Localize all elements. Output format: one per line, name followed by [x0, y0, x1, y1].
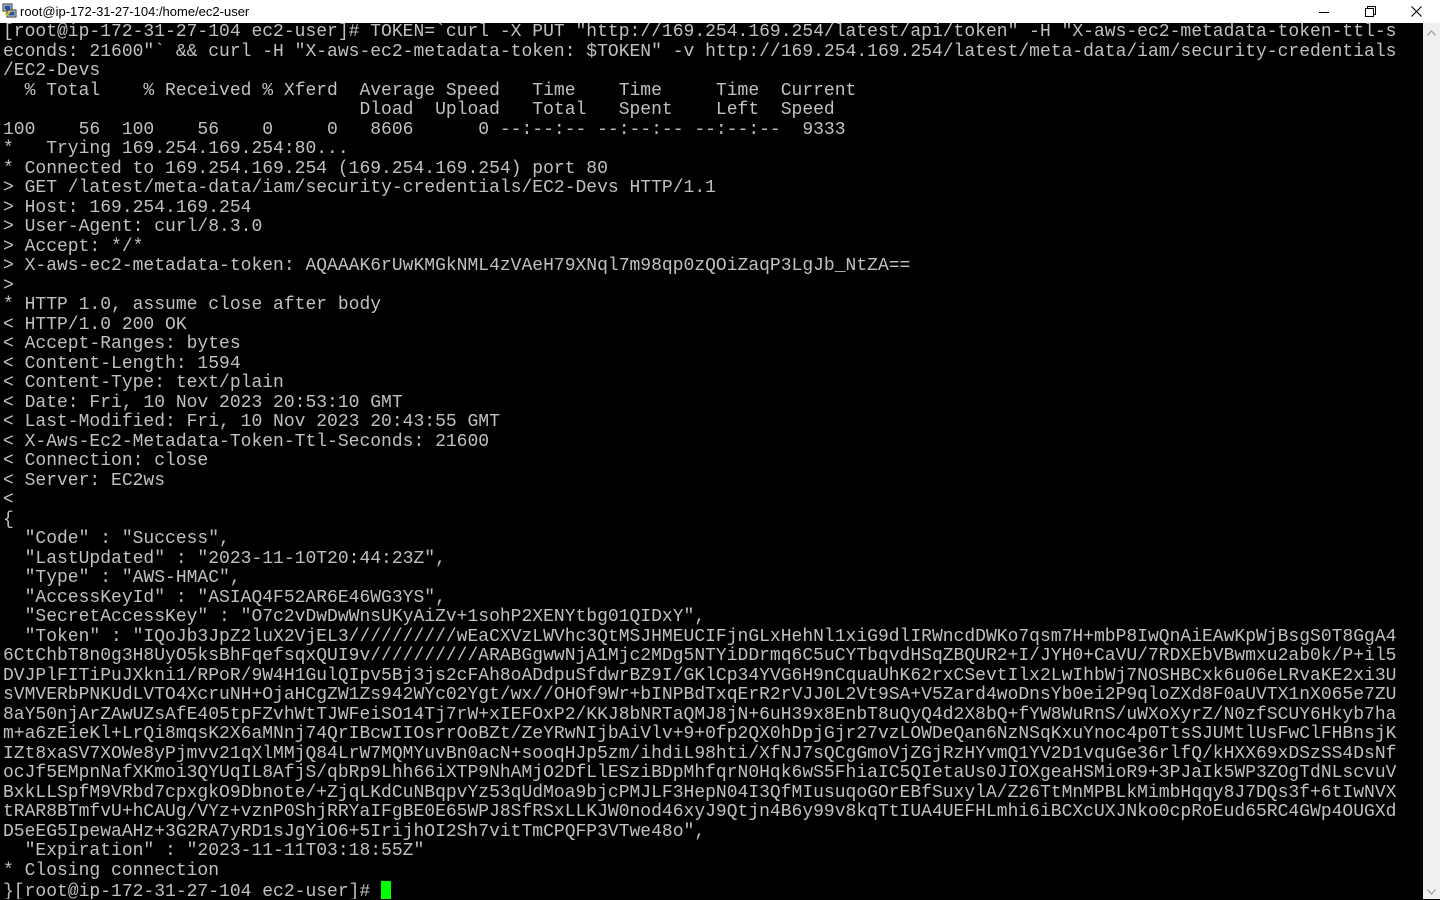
scroll-down-button[interactable] [1423, 882, 1440, 899]
terminal-line: < Date: Fri, 10 Nov 2023 20:53:10 GMT [3, 392, 403, 413]
terminal-line: "SecretAccessKey" : "O7c2vDwDwWnsUKyAiZv… [3, 607, 706, 627]
terminal-line: < X-Aws-Ec2-Metadata-Token-Ttl-Seconds: … [3, 431, 490, 452]
terminal-line: > X-aws-ec2-metadata-token: AQAAAK6rUwKM… [3, 256, 911, 276]
terminal-line: > [3, 275, 14, 296]
terminal-line: /EC2-Devs [3, 61, 101, 81]
terminal-line: * Trying 169.254.169.254:80... [3, 139, 349, 159]
terminal-line: { [3, 509, 14, 530]
minimize-icon [1319, 7, 1329, 17]
terminal-line: 6CtChbT8n0g3H8UyO5ksBhFqefsqxQUI9v//////… [3, 646, 1397, 666]
terminal-line: > Host: 169.254.169.254 [3, 197, 252, 218]
terminal-line: < [3, 490, 14, 510]
terminal-line: BxkLLSpfM9VRbd7cpxgkO9Dbnote/+ZjqLKdCuNB… [3, 782, 1397, 803]
terminal-line: "AccessKeyId" : "ASIAQ4F52AR6E46WG3YS", [3, 587, 446, 608]
terminal-area[interactable]: [root@ip-172-31-27-104 ec2-user]# TOKEN=… [0, 23, 1423, 899]
scroll-up-arrow-icon [1427, 23, 1436, 41]
terminal-line: "Code" : "Success", [3, 529, 230, 549]
terminal-line: * Connected to 169.254.169.254 (169.254.… [3, 158, 608, 179]
terminal-line: > GET /latest/meta-data/iam/security-cre… [3, 178, 716, 198]
terminal-line: m+a6zEieKl+LrQi8mqsK2X6aMNnj74QrIBcwIIOs… [3, 724, 1397, 744]
terminal-line: tRAR8BTmfvU+hCAUg/VYz+vznP0ShjRRYaIFgBE0… [3, 802, 1397, 822]
terminal-output: [root@ip-172-31-27-104 ec2-user]# TOKEN=… [3, 23, 1396, 899]
terminal-line: > Accept: */* [3, 236, 144, 257]
terminal-line: < Connection: close [3, 451, 209, 471]
restore-button[interactable] [1347, 0, 1393, 23]
terminal-line: * HTTP 1.0, assume close after body [3, 295, 382, 315]
terminal-line: > User-Agent: curl/8.3.0 [3, 217, 263, 237]
terminal-line: 100 56 100 56 0 0 8606 0 --:--:-- --:--:… [3, 119, 846, 140]
terminal-line: IZt8xaSV7XOWe8yPjmvv21qXlMMjQ84LrW7MQMYu… [3, 743, 1397, 764]
terminal-line: * Closing connection [3, 860, 220, 881]
terminal-line: [root@ip-172-31-27-104 ec2-user]# TOKEN=… [3, 23, 1397, 42]
scroll-up-button[interactable] [1423, 23, 1440, 40]
terminal-line: }[root@ip-172-31-27-104 ec2-user]# [3, 881, 1396, 899]
terminal-line: < Content-Type: text/plain [3, 373, 284, 393]
terminal-line: < HTTP/1.0 200 OK [3, 314, 187, 335]
restore-icon [1364, 6, 1376, 17]
terminal-line: "LastUpdated" : "2023-11-10T20:44:23Z", [3, 548, 446, 569]
putty-icon[interactable] [2, 3, 18, 19]
window-title: root@ip-172-31-27-104:/home/ec2-user [20, 4, 250, 19]
terminal-line: 8aY50njArZAwUZsAfE405tpFZvhWtTJWFeiSO14T… [3, 704, 1397, 725]
terminal-line: "Expiration" : "2023-11-11T03:18:55Z" [3, 841, 425, 861]
close-icon [1410, 6, 1422, 17]
terminal-line: < Server: EC2ws [3, 470, 166, 491]
terminal-cursor [381, 881, 392, 899]
terminal-line: "Token" : "IQoJb3JpZ2luX2VjEL3//////////… [3, 626, 1397, 647]
terminal-line: Dload Upload Total Spent Left Speed [3, 100, 835, 120]
terminal-line: < Last-Modified: Fri, 10 Nov 2023 20:43:… [3, 412, 500, 432]
scroll-down-arrow-icon [1427, 882, 1436, 900]
terminal-line: ocJf5EMpnNafXKmoi3QYUqIL8AfjS/qbRp9Lhh66… [3, 763, 1397, 783]
terminal-line: sVMVERbPNKUdLVTO4XcruNH+OjaHCgZW1Zs942WY… [3, 685, 1397, 705]
terminal-line: econds: 21600"` && curl -H "X-aws-ec2-me… [3, 41, 1397, 62]
minimize-button[interactable] [1301, 0, 1347, 23]
terminal-line: < Content-Length: 1594 [3, 353, 241, 374]
title-bar[interactable]: root@ip-172-31-27-104:/home/ec2-user [0, 0, 1440, 23]
terminal-window: root@ip-172-31-27-104:/home/ec2-user [ro… [0, 0, 1440, 899]
vertical-scrollbar[interactable] [1423, 23, 1440, 899]
terminal-line: D5eEG5IpewaAHz+3G2RA7yRD1sJgYiO6+5IrijhO… [3, 821, 706, 842]
close-button[interactable] [1393, 0, 1439, 23]
terminal-line: < Accept-Ranges: bytes [3, 334, 241, 354]
terminal-line: "Type" : "AWS-HMAC", [3, 568, 241, 588]
terminal-line: DVJPlFITiPuJXkni1/RPoR/9W4H1GulQIpv5Bj3j… [3, 665, 1397, 686]
terminal-line: % Total % Received % Xferd Average Speed… [3, 80, 857, 101]
